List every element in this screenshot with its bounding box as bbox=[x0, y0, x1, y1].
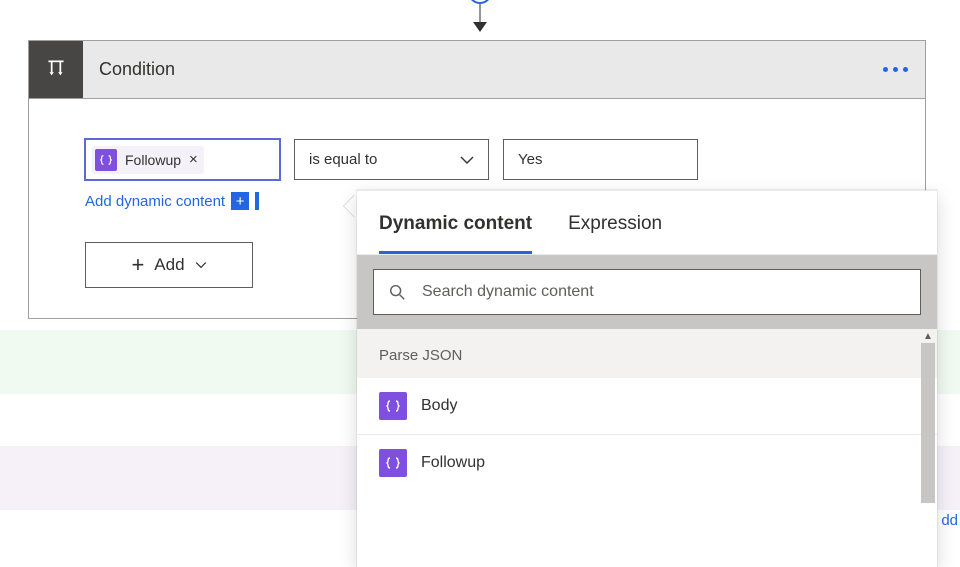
add-dynamic-plus-icon[interactable]: + bbox=[231, 192, 249, 210]
chevron-down-icon bbox=[460, 155, 474, 165]
scrollbar-thumb[interactable] bbox=[921, 343, 935, 503]
scrollbar-up-icon[interactable]: ▲ bbox=[921, 329, 935, 343]
left-operand-field[interactable]: Followup × bbox=[85, 139, 280, 180]
add-dynamic-content-link[interactable]: Add dynamic content bbox=[85, 193, 225, 210]
operator-label: is equal to bbox=[309, 151, 377, 168]
tab-dynamic-content[interactable]: Dynamic content bbox=[379, 213, 532, 254]
condition-icon bbox=[29, 41, 83, 98]
panel-tabs: Dynamic content Expression bbox=[357, 191, 937, 255]
json-token-icon bbox=[95, 149, 117, 171]
token-chip-label: Followup bbox=[125, 152, 181, 168]
condition-row: Followup × is equal to Yes bbox=[85, 139, 869, 180]
json-token-icon bbox=[379, 449, 407, 477]
list-item[interactable]: Followup bbox=[357, 434, 937, 491]
token-chip-followup[interactable]: Followup × bbox=[92, 146, 204, 174]
condition-title: Condition bbox=[83, 41, 865, 98]
list-item-label: Body bbox=[421, 397, 457, 415]
add-group-button[interactable]: + Add bbox=[85, 242, 253, 288]
list-item[interactable]: Body bbox=[357, 378, 937, 434]
list-item-label: Followup bbox=[421, 454, 485, 472]
search-icon bbox=[388, 283, 406, 301]
operator-select[interactable]: is equal to bbox=[294, 139, 489, 180]
add-button-label: Add bbox=[154, 255, 184, 275]
json-token-icon bbox=[379, 392, 407, 420]
card-menu-button[interactable] bbox=[865, 41, 925, 98]
right-operand-value: Yes bbox=[518, 151, 542, 168]
search-input-container[interactable] bbox=[373, 269, 921, 315]
group-header-parse-json: Parse JSON bbox=[357, 329, 937, 378]
token-remove-button[interactable]: × bbox=[189, 151, 198, 168]
dynamic-content-list: ▲ Parse JSON Body bbox=[357, 329, 937, 567]
right-operand-field[interactable]: Yes bbox=[503, 139, 698, 180]
dynamic-content-panel: Dynamic content Expression ▲ Parse JSON bbox=[357, 190, 937, 567]
search-input[interactable] bbox=[420, 282, 906, 302]
tab-expression[interactable]: Expression bbox=[568, 213, 662, 254]
insert-step-icon[interactable]: + bbox=[468, 0, 492, 4]
text-cursor bbox=[255, 192, 259, 210]
ellipsis-icon bbox=[883, 67, 908, 72]
plus-icon: + bbox=[131, 254, 144, 276]
search-bar-wrap bbox=[357, 255, 937, 329]
partial-link-text[interactable]: dd bbox=[941, 512, 958, 529]
condition-header[interactable]: Condition bbox=[29, 41, 925, 99]
chevron-down-icon bbox=[195, 261, 207, 269]
flow-arrow: + bbox=[470, 0, 490, 40]
